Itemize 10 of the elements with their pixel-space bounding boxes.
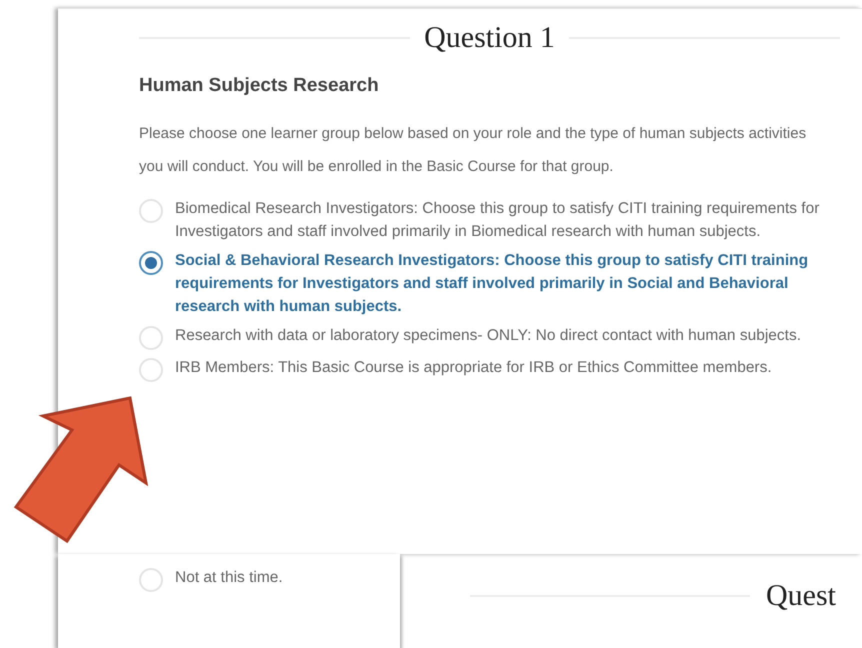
instructions-text: Please choose one learner group below based on your role and the type of human subjects activities you will conduct. You will be enrolled in the Basic Course for that group. (139, 124, 808, 177)
question-title: Quest (766, 579, 836, 613)
option-label[interactable]: Social & Behavioral Research Investigators: Choose this group to satisfy CITI training requirements for Investigators and staff involved primarily in Social and Behavioral research with human subjects. (175, 249, 829, 318)
option-label[interactable]: Not at this time. (175, 566, 399, 589)
question-title: Question 1 (424, 21, 555, 55)
option-label[interactable]: Research with data or laboratory specimens- ONLY: No direct contact with human subjects. (175, 324, 829, 347)
radio-button[interactable] (139, 251, 163, 275)
section-heading: Human Subjects Research (139, 75, 380, 97)
option-label[interactable]: Biomedical Research Investigators: Choose this group to satisfy CITI training requirements for Investigators and staff involved primarily in Biomedical research with human subjects. (175, 197, 829, 243)
option-label[interactable]: IRB Members: This Basic Course is appropriate for IRB or Ethics Committee members. (175, 356, 829, 379)
